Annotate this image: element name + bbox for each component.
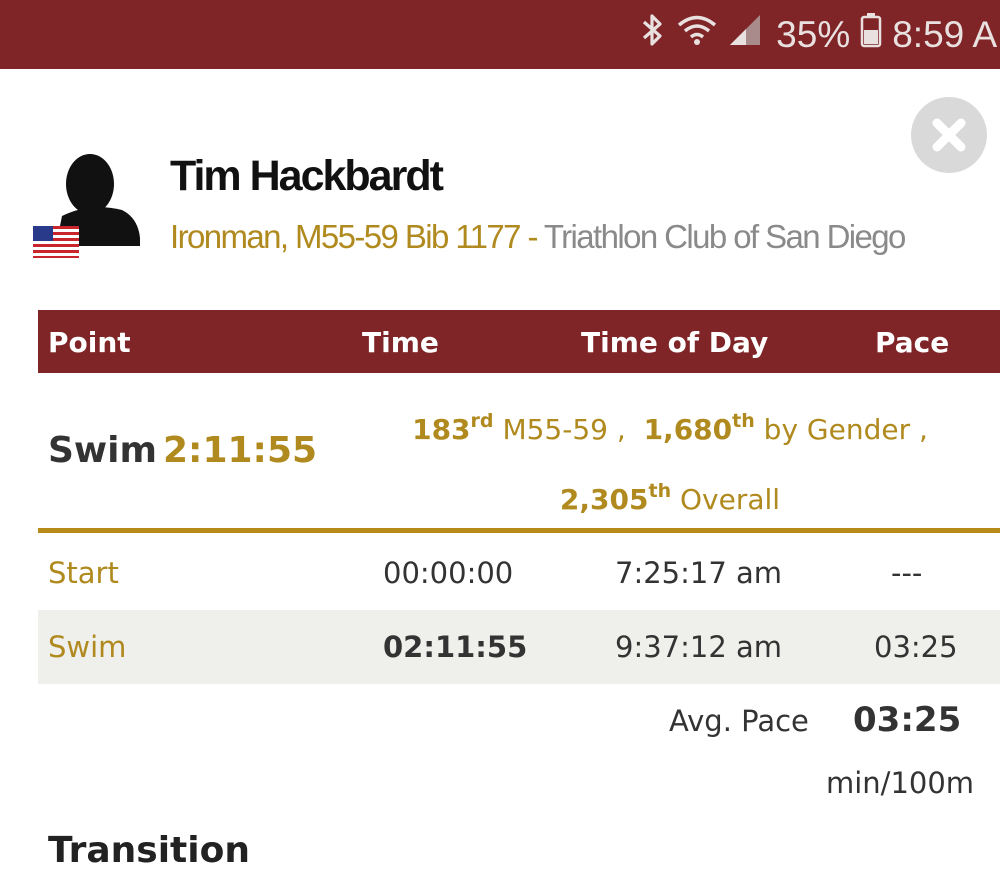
battery-icon bbox=[860, 12, 882, 57]
close-button[interactable] bbox=[911, 97, 987, 173]
leg-rankings: 183rd M55-59 , 1,680th by Gender , 2,305… bbox=[380, 395, 960, 535]
split-time: 00:00:00 bbox=[383, 556, 514, 590]
split-point: Swim bbox=[48, 630, 127, 664]
header-pace: Pace bbox=[875, 326, 950, 359]
battery-percent: 35% bbox=[776, 13, 851, 55]
wifi-icon bbox=[676, 13, 718, 56]
division-rank-label: M55-59 , bbox=[502, 413, 626, 446]
gender-rank-label: by Gender , bbox=[763, 413, 928, 446]
athlete-name: Tim Hackbardt bbox=[170, 152, 444, 200]
table-row: Start 00:00:00 7:25:17 am --- bbox=[38, 536, 1000, 610]
header-time: Time bbox=[362, 326, 439, 359]
split-pace: --- bbox=[891, 556, 923, 590]
gender-rank: 1,680 bbox=[643, 413, 733, 446]
gender-rank-suffix: th bbox=[732, 410, 755, 432]
header-point: Point bbox=[48, 326, 131, 359]
split-pace: 03:25 bbox=[874, 630, 958, 664]
close-icon bbox=[932, 118, 966, 152]
split-time-of-day: 9:37:12 am bbox=[615, 630, 783, 664]
rank-line-2: 2,305th Overall bbox=[380, 465, 960, 535]
splits-table-header: Point Time Time of Day Pace bbox=[38, 310, 1000, 373]
rank-line-1: 183rd M55-59 , 1,680th by Gender , bbox=[380, 395, 960, 465]
clock: 8:59 AM bbox=[892, 13, 1000, 55]
status-bar: 35% 8:59 AM bbox=[0, 0, 1000, 69]
bluetooth-icon bbox=[640, 12, 666, 57]
leg-time: 2:11:55 bbox=[163, 430, 318, 471]
header-time-of-day: Time of Day bbox=[581, 326, 769, 359]
overall-rank-suffix: th bbox=[648, 480, 672, 502]
avg-pace-label: Avg. Pace bbox=[669, 704, 809, 738]
avg-pace-unit: min/100m bbox=[826, 766, 975, 800]
division-rank-suffix: rd bbox=[470, 410, 494, 432]
leg-name: Swim bbox=[48, 430, 158, 471]
athlete-details: Ironman, M55-59 Bib 1177 - Triathlon Clu… bbox=[170, 218, 907, 256]
split-time: 02:11:55 bbox=[383, 630, 528, 664]
overall-rank-label: Overall bbox=[680, 483, 781, 516]
avg-pace-value: 03:25 bbox=[853, 700, 962, 740]
split-time-of-day: 7:25:17 am bbox=[615, 556, 783, 590]
status-bar-icons: 35% 8:59 AM bbox=[630, 0, 1000, 69]
split-point: Start bbox=[48, 556, 119, 590]
signal-icon bbox=[728, 13, 762, 56]
section-title-transition: Transition bbox=[48, 830, 250, 871]
section-divider bbox=[38, 528, 1000, 533]
us-flag-icon bbox=[33, 226, 79, 258]
division-rank: 183 bbox=[412, 413, 471, 446]
club-name: Triathlon Club of San Diego bbox=[543, 218, 907, 255]
table-row: Swim 02:11:55 9:37:12 am 03:25 bbox=[38, 610, 1000, 684]
overall-rank: 2,305 bbox=[559, 483, 649, 516]
race-division-bib: Ironman, M55-59 Bib 1177 - bbox=[170, 218, 538, 255]
